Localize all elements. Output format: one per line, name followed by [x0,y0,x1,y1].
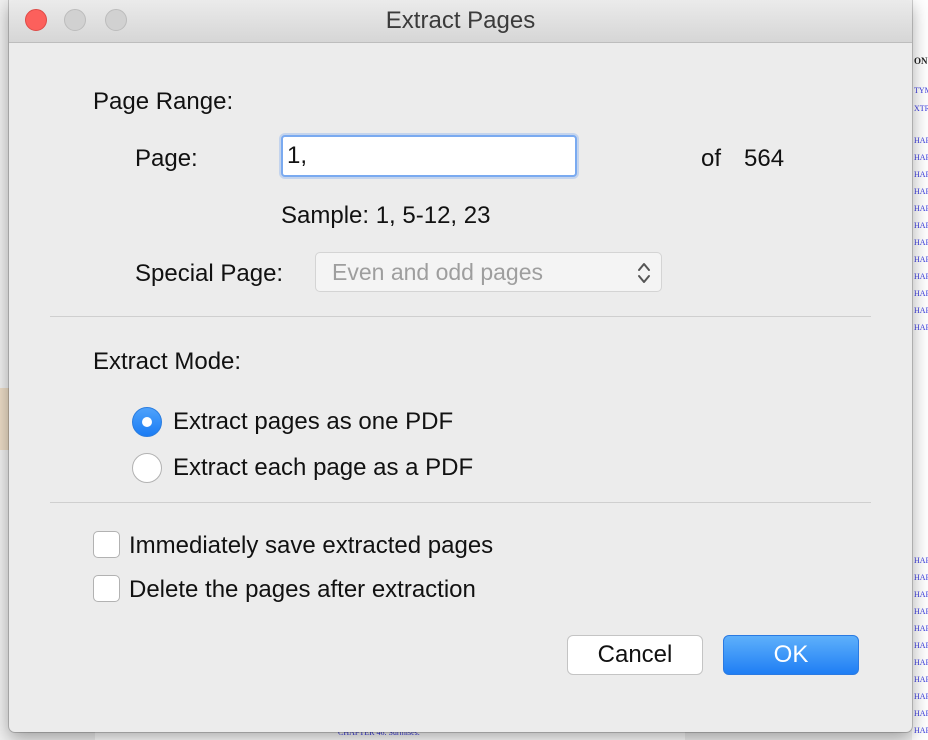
ok-button[interactable]: OK [723,635,859,675]
background-toc-link: HAP [914,573,928,582]
background-toc-link: HAP [914,153,928,162]
background-toc-link: HAP [914,289,928,298]
special-page-label: Special Page: [135,260,284,287]
of-label: of [701,145,722,172]
radio-extract-each-pdf[interactable] [132,453,162,483]
background-highlight [0,388,9,450]
background-toc-link: HAP [914,726,928,735]
immediately-save-checkbox[interactable] [93,531,120,558]
up-down-chevron-icon [638,263,650,283]
background-toc-link: HAP [914,658,928,667]
background-toc-link: HAP [914,607,928,616]
immediately-save-label[interactable]: Immediately save extracted pages [129,532,493,560]
background-toc-link: HAP [914,641,928,650]
cancel-button[interactable]: Cancel [567,635,703,675]
radio-extract-one-pdf[interactable] [132,407,162,437]
background-toc-link: HAP [914,709,928,718]
section-divider [50,316,871,317]
background-toc-link: HAP [914,204,928,213]
background-toc-link: HAP [914,136,928,145]
extract-mode-heading: Extract Mode: [93,348,242,375]
background-toc-link: HAP [914,187,928,196]
special-page-selected-value: Even and odd pages [332,259,544,285]
extract-pages-dialog: Extract Pages Page Range: Page: of 564 S… [9,0,912,732]
background-toc-link: HAP [914,556,928,565]
background-toc-strip: ON TYM XTR HAP HAP HAP HAP HAP HAP HAP H… [912,0,928,740]
background-toc-link: HAP [914,238,928,247]
background-toc-link: XTR [914,104,928,113]
background-toc-link: HAP [914,675,928,684]
section-divider [50,502,871,503]
page-range-heading: Page Range: [93,88,234,115]
background-toc-link: HAP [914,170,928,179]
sample-hint: Sample: 1, 5-12, 23 [281,202,491,229]
background-toc-link: HAP [914,272,928,281]
background-toc-header: ON [914,56,928,66]
page-label: Page: [135,145,198,172]
background-toc-link: HAP [914,255,928,264]
page-range-input[interactable] [281,135,577,177]
delete-pages-label[interactable]: Delete the pages after extraction [129,576,476,604]
background-toc-link: HAP [914,323,928,332]
radio-extract-each-pdf-label[interactable]: Extract each page as a PDF [173,454,473,482]
total-pages-count: 564 [744,145,785,172]
background-toc-link: HAP [914,590,928,599]
dialog-title: Extract Pages [385,7,536,34]
background-toc-link: HAP [914,306,928,315]
background-toc-link: TYM [914,86,928,95]
background-toc-link: HAP [914,624,928,633]
title-bar: Extract Pages [9,0,912,43]
radio-extract-one-pdf-label[interactable]: Extract pages as one PDF [173,408,453,436]
special-page-select[interactable]: Even and odd pages [315,252,662,292]
background-toc-link: HAP [914,221,928,230]
delete-pages-checkbox[interactable] [93,575,120,602]
background-toc-link: HAP [914,692,928,701]
